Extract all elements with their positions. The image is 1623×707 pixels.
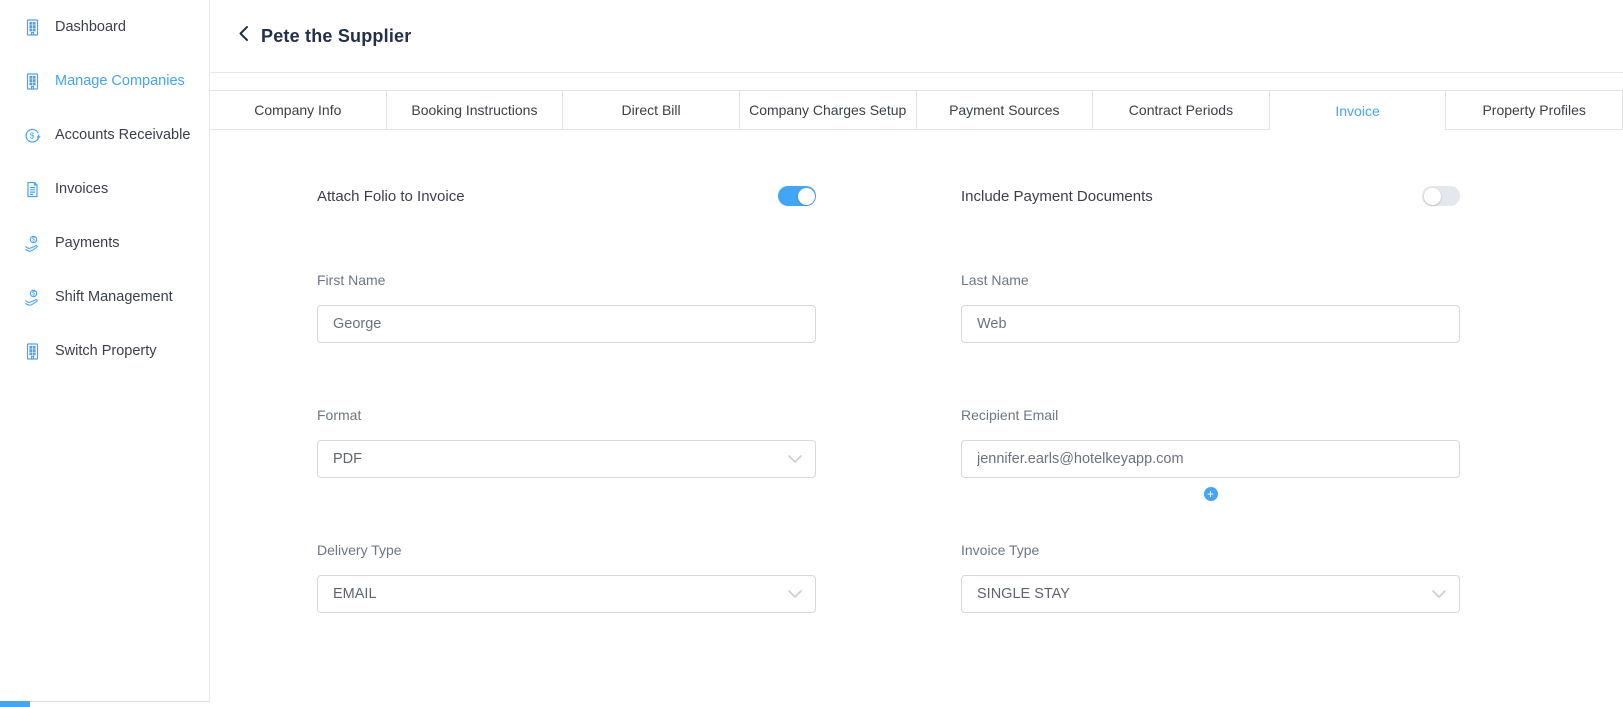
page-header: Pete the Supplier <box>210 0 1623 73</box>
format-label: Format <box>317 407 816 423</box>
plus-icon: + <box>1207 488 1214 500</box>
tab-label: Property Profiles <box>1482 102 1585 118</box>
last-name-input[interactable] <box>961 305 1460 343</box>
delivery-type-selected-value: EMAIL <box>333 586 377 602</box>
sidebar-item-label: Dashboard <box>55 19 126 35</box>
recipient-email-input[interactable] <box>961 440 1460 478</box>
tab-label: Payment Sources <box>949 102 1060 118</box>
tab-label: Invoice <box>1335 103 1379 119</box>
attach-folio-label: Attach Folio to Invoice <box>317 188 465 205</box>
app-window: Dashboard Manage Companies $ <box>0 0 1623 707</box>
add-recipient-email-button[interactable]: + <box>1204 487 1218 501</box>
tab-direct-bill[interactable]: Direct Bill <box>563 91 740 130</box>
last-name-field-group: Last Name <box>961 272 1460 343</box>
delivery-type-select[interactable]: EMAIL <box>317 575 816 613</box>
building-icon <box>23 18 42 37</box>
last-name-label: Last Name <box>961 272 1460 288</box>
sidebar-item-dashboard[interactable]: Dashboard <box>0 0 209 54</box>
tab-label: Direct Bill <box>622 102 681 118</box>
tab-label: Company Charges Setup <box>749 102 906 118</box>
hand-coin-icon: $ <box>23 234 42 253</box>
sidebar-item-accounts-receivable[interactable]: $ Accounts Receivable <box>0 108 209 162</box>
delivery-type-label: Delivery Type <box>317 542 816 558</box>
tab-label: Booking Instructions <box>411 102 537 118</box>
sidebar-item-invoices[interactable]: Invoices <box>0 162 209 216</box>
format-selected-value: PDF <box>333 451 362 467</box>
invoice-settings-form: Attach Folio to Invoice Include Payment … <box>210 130 1623 677</box>
format-field-group: Format PDF <box>317 407 816 478</box>
sidebar-item-switch-property[interactable]: Switch Property <box>0 324 209 378</box>
svg-text:$: $ <box>32 237 36 243</box>
sidebar-item-label: Switch Property <box>55 343 157 359</box>
chevron-down-icon <box>787 454 803 464</box>
sidebar-item-shift-management[interactable]: $ Shift Management <box>0 270 209 324</box>
tab-booking-instructions[interactable]: Booking Instructions <box>387 91 564 130</box>
chevron-left-icon <box>238 25 249 47</box>
invoice-document-icon <box>23 180 42 199</box>
first-name-label: First Name <box>317 272 816 288</box>
hand-coin-icon: $ <box>23 288 42 307</box>
invoice-type-select[interactable]: SINGLE STAY <box>961 575 1460 613</box>
tab-payment-sources[interactable]: Payment Sources <box>917 91 1094 130</box>
sidebar-item-payments[interactable]: $ Payments <box>0 216 209 270</box>
include-payment-documents-row: Include Payment Documents <box>961 186 1460 206</box>
attach-folio-toggle[interactable] <box>778 186 816 206</box>
tab-contract-periods[interactable]: Contract Periods <box>1093 91 1270 130</box>
include-payment-documents-label: Include Payment Documents <box>961 188 1153 205</box>
tab-invoice[interactable]: Invoice <box>1270 91 1447 130</box>
toggle-knob <box>798 188 815 205</box>
invoice-type-selected-value: SINGLE STAY <box>977 586 1070 602</box>
tab-property-profiles[interactable]: Property Profiles <box>1446 91 1623 130</box>
sidebar-item-manage-companies[interactable]: Manage Companies <box>0 54 209 108</box>
include-payment-documents-toggle[interactable] <box>1422 186 1460 206</box>
chevron-down-icon <box>1431 589 1447 599</box>
format-select[interactable]: PDF <box>317 440 816 478</box>
svg-text:$: $ <box>30 130 35 140</box>
tab-label: Contract Periods <box>1129 102 1233 118</box>
chevron-down-icon <box>787 589 803 599</box>
dollar-circle-icon: $ <box>23 126 42 145</box>
tab-company-info[interactable]: Company Info <box>210 91 387 130</box>
svg-text:$: $ <box>32 291 36 297</box>
tab-bar: Company Info Booking Instructions Direct… <box>210 90 1623 130</box>
attach-folio-row: Attach Folio to Invoice <box>317 186 816 206</box>
recipient-email-label: Recipient Email <box>961 407 1460 423</box>
first-name-field-group: First Name <box>317 272 816 343</box>
invoice-type-label: Invoice Type <box>961 542 1460 558</box>
sidebar-item-label: Manage Companies <box>55 73 185 89</box>
building-icon <box>23 72 42 91</box>
sidebar-item-label: Accounts Receivable <box>55 127 190 143</box>
sidebar-item-label: Shift Management <box>55 289 173 305</box>
first-name-input[interactable] <box>317 305 816 343</box>
page-title: Pete the Supplier <box>261 26 411 47</box>
tab-label: Company Info <box>254 102 341 118</box>
bottom-accent-bar <box>0 701 30 707</box>
recipient-email-field-group: Recipient Email + <box>961 407 1460 478</box>
main-panel: Pete the Supplier Company Info Booking I… <box>210 0 1623 707</box>
sidebar: Dashboard Manage Companies $ <box>0 0 210 702</box>
invoice-type-field-group: Invoice Type SINGLE STAY <box>961 542 1460 613</box>
delivery-type-field-group: Delivery Type EMAIL <box>317 542 816 613</box>
sidebar-item-label: Payments <box>55 235 119 251</box>
toggle-knob <box>1424 188 1441 205</box>
sidebar-item-label: Invoices <box>55 181 108 197</box>
building-icon <box>23 342 42 361</box>
back-button[interactable] <box>236 21 251 51</box>
tab-company-charges-setup[interactable]: Company Charges Setup <box>740 91 917 130</box>
